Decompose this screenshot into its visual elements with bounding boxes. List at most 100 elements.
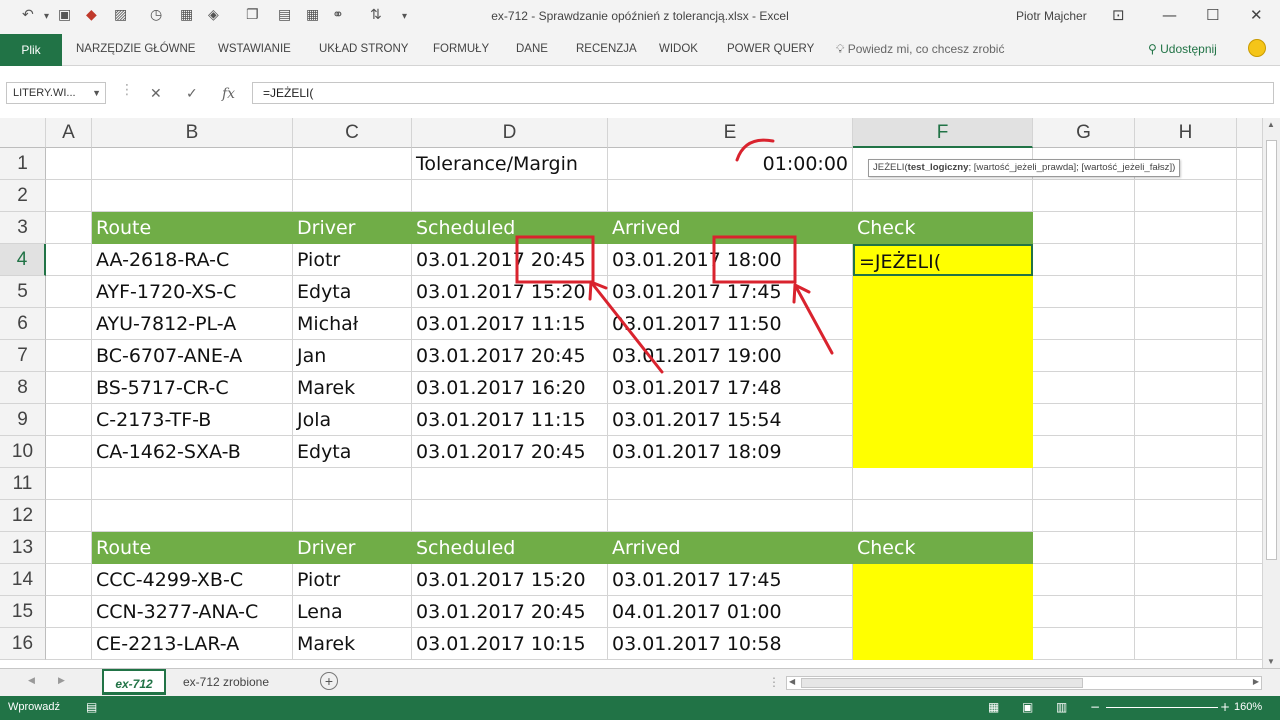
cell-c2[interactable] bbox=[293, 180, 412, 212]
check-cell-f14[interactable] bbox=[853, 564, 1033, 596]
row-header-8[interactable]: 8 bbox=[0, 372, 46, 404]
maximize-icon[interactable]: ☐ bbox=[1206, 6, 1219, 24]
macro-record-icon[interactable]: ▤ bbox=[86, 700, 97, 714]
cell-c7[interactable]: Jan bbox=[293, 340, 412, 372]
column-header-d[interactable]: D bbox=[412, 118, 608, 148]
name-box[interactable]: LITERY.WI... ▼ bbox=[6, 82, 106, 104]
cell-e1[interactable]: 01:00:00 bbox=[608, 148, 853, 180]
cell-c6[interactable]: Michał bbox=[293, 308, 412, 340]
header-c3[interactable]: Driver bbox=[293, 212, 412, 244]
tab-formulas[interactable]: FORMUŁY bbox=[433, 43, 489, 55]
cell-b7[interactable]: BC-6707-ANE-A bbox=[92, 340, 293, 372]
cell-g9[interactable] bbox=[1033, 404, 1135, 436]
cell-c14[interactable]: Piotr bbox=[293, 564, 412, 596]
sheet-tab-ex-712[interactable]: ex-712 bbox=[102, 669, 166, 695]
cell-c15[interactable]: Lena bbox=[293, 596, 412, 628]
cell-e16[interactable]: 03.01.2017 10:58 bbox=[608, 628, 853, 660]
cell-h10[interactable] bbox=[1135, 436, 1237, 468]
column-header-h[interactable]: H bbox=[1135, 118, 1237, 148]
cell-h9[interactable] bbox=[1135, 404, 1237, 436]
cell-b4[interactable]: AA-2618-RA-C bbox=[92, 244, 293, 276]
cell-e6[interactable]: 03.01.2017 11:50 bbox=[608, 308, 853, 340]
cell-i1[interactable] bbox=[1237, 148, 1262, 180]
tab-view[interactable]: WIDOK bbox=[659, 43, 698, 55]
cell-c12[interactable] bbox=[293, 500, 412, 532]
minimize-icon[interactable]: — bbox=[1162, 6, 1177, 24]
feedback-smiley-icon[interactable] bbox=[1248, 39, 1266, 57]
user-name[interactable]: Piotr Majcher bbox=[1016, 9, 1087, 23]
sheet-next-icon[interactable]: ▶ bbox=[58, 675, 65, 686]
cell-i9[interactable] bbox=[1237, 404, 1262, 436]
cell-d4[interactable]: 03.01.2017 20:45 bbox=[412, 244, 608, 276]
cell-i6[interactable] bbox=[1237, 308, 1262, 340]
vertical-scrollbar[interactable]: ▲ ▼ bbox=[1262, 118, 1280, 668]
header-f13[interactable]: Check bbox=[853, 532, 1033, 564]
active-cell-f4[interactable]: =JEŻELI( bbox=[853, 244, 1033, 276]
scroll-left-icon[interactable]: ◀ bbox=[789, 677, 795, 686]
cell-i5[interactable] bbox=[1237, 276, 1262, 308]
select-all-corner[interactable] bbox=[0, 118, 46, 148]
cell-g7[interactable] bbox=[1033, 340, 1135, 372]
scroll-right-icon[interactable]: ▶ bbox=[1253, 677, 1259, 686]
cell-a16[interactable] bbox=[46, 628, 92, 660]
check-cell-f15[interactable] bbox=[853, 596, 1033, 628]
cell-g10[interactable] bbox=[1033, 436, 1135, 468]
row-header-4[interactable]: 4 bbox=[0, 244, 46, 276]
cell-g12[interactable] bbox=[1033, 500, 1135, 532]
row-header-1[interactable]: 1 bbox=[0, 148, 46, 180]
cell-h5[interactable] bbox=[1135, 276, 1237, 308]
header-e3[interactable]: Arrived bbox=[608, 212, 853, 244]
cell-i14[interactable] bbox=[1237, 564, 1262, 596]
check-cell-f6[interactable] bbox=[853, 308, 1033, 340]
horizontal-scroll-thumb[interactable] bbox=[801, 678, 1083, 688]
cell-a7[interactable] bbox=[46, 340, 92, 372]
cell-h16[interactable] bbox=[1135, 628, 1237, 660]
cell-d10[interactable]: 03.01.2017 20:45 bbox=[412, 436, 608, 468]
cell-b16[interactable]: CE-2213-LAR-A bbox=[92, 628, 293, 660]
cell-a2[interactable] bbox=[46, 180, 92, 212]
header-b13[interactable]: Route bbox=[92, 532, 293, 564]
tab-data[interactable]: DANE bbox=[516, 43, 548, 55]
cell-d9[interactable]: 03.01.2017 11:15 bbox=[412, 404, 608, 436]
row-header-14[interactable]: 14 bbox=[0, 564, 46, 596]
scroll-up-icon[interactable]: ▲ bbox=[1267, 120, 1275, 129]
cell-e2[interactable] bbox=[608, 180, 853, 212]
cell-d8[interactable]: 03.01.2017 16:20 bbox=[412, 372, 608, 404]
zoom-in-icon[interactable]: + bbox=[1220, 700, 1230, 714]
cell-b11[interactable] bbox=[92, 468, 293, 500]
check-cell-f8[interactable] bbox=[853, 372, 1033, 404]
normal-view-icon[interactable]: ▦ bbox=[988, 700, 999, 714]
cell-i3[interactable] bbox=[1237, 212, 1262, 244]
column-header-a[interactable]: A bbox=[46, 118, 92, 148]
cell-h12[interactable] bbox=[1135, 500, 1237, 532]
cell-b14[interactable]: CCC-4299-XB-C bbox=[92, 564, 293, 596]
check-cell-f5[interactable] bbox=[853, 276, 1033, 308]
cell-i8[interactable] bbox=[1237, 372, 1262, 404]
cell-g13[interactable] bbox=[1033, 532, 1135, 564]
sheet-tab-ex-712-zrobione[interactable]: ex-712 zrobione bbox=[170, 669, 282, 695]
close-icon[interactable]: ✕ bbox=[1250, 6, 1263, 24]
cell-i11[interactable] bbox=[1237, 468, 1262, 500]
cell-h3[interactable] bbox=[1135, 212, 1237, 244]
cell-a14[interactable] bbox=[46, 564, 92, 596]
cell-g2[interactable] bbox=[1033, 180, 1135, 212]
column-header-f[interactable]: F bbox=[853, 118, 1033, 148]
cell-a3[interactable] bbox=[46, 212, 92, 244]
cell-a4[interactable] bbox=[46, 244, 92, 276]
cell-a9[interactable] bbox=[46, 404, 92, 436]
cell-i4[interactable] bbox=[1237, 244, 1262, 276]
cell-e11[interactable] bbox=[608, 468, 853, 500]
cell-c16[interactable]: Marek bbox=[293, 628, 412, 660]
cell-g3[interactable] bbox=[1033, 212, 1135, 244]
check-cell-f16[interactable] bbox=[853, 628, 1033, 660]
cell-h2[interactable] bbox=[1135, 180, 1237, 212]
cell-i12[interactable] bbox=[1237, 500, 1262, 532]
row-header-7[interactable]: 7 bbox=[0, 340, 46, 372]
cell-g16[interactable] bbox=[1033, 628, 1135, 660]
row-header-16[interactable]: 16 bbox=[0, 628, 46, 660]
cell-c11[interactable] bbox=[293, 468, 412, 500]
formula-input[interactable]: =JEŻELI( bbox=[252, 82, 1274, 104]
cell-d7[interactable]: 03.01.2017 20:45 bbox=[412, 340, 608, 372]
add-sheet-icon[interactable]: + bbox=[320, 672, 338, 690]
cell-e4[interactable]: 03.01.2017 18:00 bbox=[608, 244, 853, 276]
